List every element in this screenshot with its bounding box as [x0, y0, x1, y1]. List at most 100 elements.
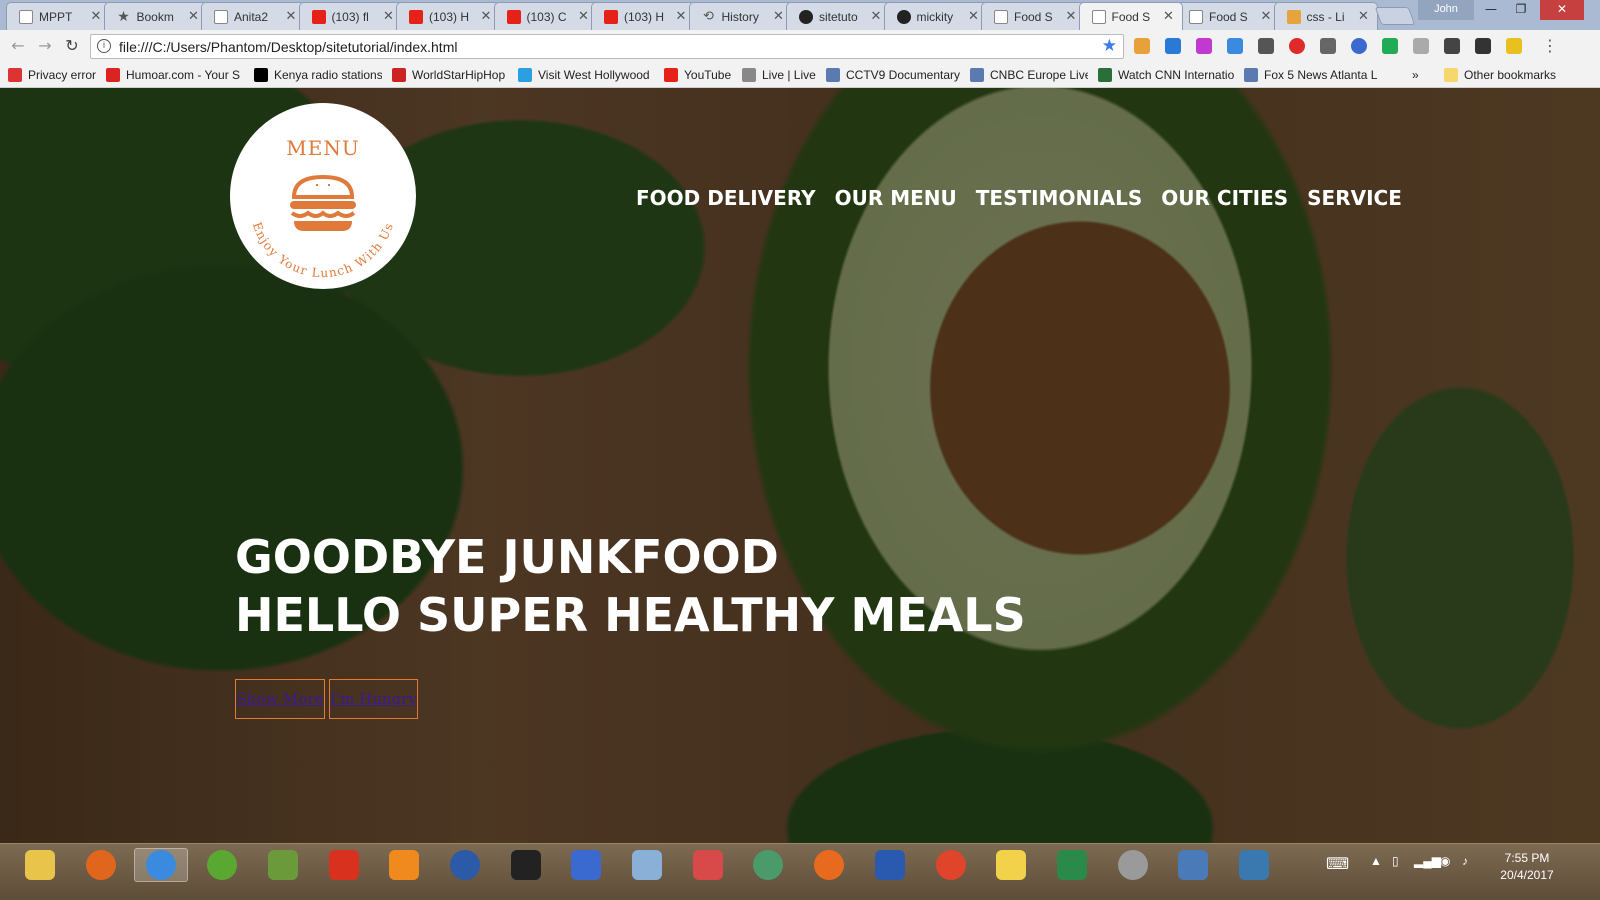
close-tab-icon[interactable]: ✕	[1357, 9, 1371, 24]
nav-our-menu[interactable]: OUR MENU	[835, 186, 957, 210]
close-window-button[interactable]: ✕	[1540, 0, 1584, 20]
browser-tab[interactable]: MPPT ✕	[6, 2, 110, 30]
notepad-icon[interactable]	[559, 848, 613, 882]
clock[interactable]: 7:55 PM 20/4/2017	[1492, 850, 1562, 884]
browser-tab[interactable]: ★ Bookm ✕	[103, 2, 208, 30]
bookmark-star-icon[interactable]: ★	[1102, 36, 1117, 56]
bookmark-item[interactable]: CCTV9 Documentary	[826, 66, 960, 84]
network-icon[interactable]: ▂▄▆	[1414, 854, 1441, 868]
extension-icon-1[interactable]	[1134, 38, 1150, 54]
restore-button[interactable]: ❐	[1506, 0, 1536, 20]
excel-icon[interactable]	[1045, 848, 1099, 882]
close-tab-icon[interactable]: ✕	[187, 9, 201, 24]
extension-icon-8[interactable]	[1475, 38, 1491, 54]
browser-tab[interactable]: Food S ✕	[1176, 2, 1280, 30]
utorrent-icon[interactable]	[195, 848, 249, 882]
browser-tab[interactable]: (103) H ✕	[396, 2, 500, 30]
firefox-icon[interactable]	[74, 848, 128, 882]
close-tab-icon[interactable]: ✕	[967, 9, 981, 24]
camera-app-icon[interactable]	[499, 848, 553, 882]
close-tab-icon[interactable]: ✕	[869, 9, 883, 24]
forward-button[interactable]: →	[35, 36, 55, 56]
browser-tab[interactable]: (103) H ✕	[591, 2, 695, 30]
battery-icon[interactable]: ▯	[1392, 854, 1399, 868]
download-icon[interactable]	[1444, 38, 1460, 54]
profile-button[interactable]: John	[1418, 0, 1474, 20]
word-icon[interactable]	[863, 848, 917, 882]
bookmark-item[interactable]: YouTube	[664, 66, 736, 84]
file-explorer-icon[interactable]	[13, 848, 67, 882]
atom-icon[interactable]	[741, 848, 795, 882]
back-button[interactable]: ←	[8, 36, 28, 56]
extension-icon-4[interactable]	[1227, 38, 1243, 54]
extension-icon-6[interactable]	[1320, 38, 1336, 54]
extension-icon-3[interactable]	[1196, 38, 1212, 54]
browser-tab[interactable]: Food S ✕	[1078, 2, 1183, 30]
sticky-app-icon[interactable]	[620, 848, 674, 882]
new-tab-button[interactable]	[1374, 7, 1416, 25]
bookmark-item[interactable]: CNBC Europe Live	[970, 66, 1088, 84]
close-tab-icon[interactable]: ✕	[577, 9, 591, 24]
close-tab-icon[interactable]: ✕	[382, 9, 396, 24]
python-icon[interactable]	[1351, 38, 1367, 54]
other-bookmarks-folder[interactable]: Other bookmarks	[1444, 66, 1556, 84]
photo-viewer-icon[interactable]	[1227, 848, 1281, 882]
gem-app-icon[interactable]	[681, 848, 735, 882]
browser-tab[interactable]: css - Li ✕	[1273, 2, 1378, 30]
browser-tab[interactable]: mickity ✕	[883, 2, 988, 30]
bookmark-item[interactable]: WorldStarHipHop	[392, 66, 510, 84]
extension-icon-7[interactable]	[1413, 38, 1429, 54]
bookmark-item[interactable]: Kenya radio stations	[254, 66, 382, 84]
bookmark-item[interactable]: Privacy error	[8, 66, 100, 84]
grammarly-icon[interactable]	[1382, 38, 1398, 54]
bookmark-item[interactable]: Visit West Hollywood	[518, 66, 654, 84]
calculator-icon[interactable]	[1166, 848, 1220, 882]
more-bookmarks-button[interactable]: »	[1412, 66, 1419, 84]
close-tab-icon[interactable]: ✕	[479, 9, 493, 24]
browser-tab[interactable]: Anita2 ✕	[201, 2, 305, 30]
nav-food-delivery[interactable]: FOOD DELIVERY	[636, 186, 816, 210]
extension-icon-9[interactable]	[1506, 38, 1522, 54]
orange-app-icon[interactable]	[802, 848, 856, 882]
browser-tab[interactable]: Food S ✕	[981, 2, 1085, 30]
network-app-icon[interactable]	[256, 848, 310, 882]
logo[interactable]: MENU Enjoy Your Lunch With Us	[230, 103, 416, 289]
close-tab-icon[interactable]: ✕	[89, 9, 103, 24]
keyboard-icon[interactable]: ⌨	[1326, 854, 1349, 874]
menu-icon[interactable]: ⋮	[1540, 36, 1560, 56]
bookmark-item[interactable]: Watch CNN Internatio	[1098, 66, 1234, 84]
bookmark-item[interactable]: Humoar.com - Your S	[106, 66, 246, 84]
disc-app-icon[interactable]	[1106, 848, 1160, 882]
picasa-icon[interactable]	[924, 848, 978, 882]
extension-icon-2[interactable]	[1165, 38, 1181, 54]
close-tab-icon[interactable]: ✕	[284, 9, 298, 24]
sticky-notes-icon[interactable]	[984, 848, 1038, 882]
opera-icon[interactable]	[1289, 38, 1305, 54]
info-icon[interactable]: i	[97, 39, 111, 53]
show-more-button[interactable]: Show More	[235, 679, 325, 719]
nav-our-cities[interactable]: OUR CITIES	[1161, 186, 1288, 210]
url-text[interactable]: file:///C:/Users/Phantom/Desktop/sitetut…	[119, 39, 457, 55]
close-tab-icon[interactable]: ✕	[1259, 9, 1273, 24]
nav-testimonials[interactable]: TESTIMONIALS	[976, 186, 1143, 210]
app-crescent-icon[interactable]	[438, 848, 492, 882]
chrome-icon[interactable]	[134, 848, 189, 882]
screen-recorder-icon[interactable]	[317, 848, 371, 882]
minimize-button[interactable]: —	[1476, 0, 1506, 20]
browser-tab[interactable]: (103) C ✕	[493, 2, 598, 30]
address-bar[interactable]: i file:///C:/Users/Phantom/Desktop/sitet…	[90, 34, 1124, 59]
browser-tab[interactable]: (103) fl ✕	[298, 2, 403, 30]
nav-service[interactable]: SERVICE	[1307, 186, 1402, 210]
close-tab-icon[interactable]: ✕	[1162, 9, 1176, 24]
reload-button[interactable]: ↻	[62, 36, 82, 56]
vlc-icon[interactable]	[377, 848, 431, 882]
browser-tab[interactable]: sitetuto ✕	[786, 2, 890, 30]
close-tab-icon[interactable]: ✕	[1064, 9, 1078, 24]
close-tab-icon[interactable]: ✕	[674, 9, 688, 24]
bookmark-item[interactable]: Live | Live	[742, 66, 816, 84]
extension-icon-5[interactable]	[1258, 38, 1274, 54]
bookmark-item[interactable]: Fox 5 News Atlanta Li	[1244, 66, 1378, 84]
hungry-button[interactable]: I'm Hungry	[329, 679, 418, 719]
browser-tab[interactable]: ⟲ History ✕	[688, 2, 793, 30]
tray-app-icon[interactable]: ◉	[1440, 854, 1450, 868]
